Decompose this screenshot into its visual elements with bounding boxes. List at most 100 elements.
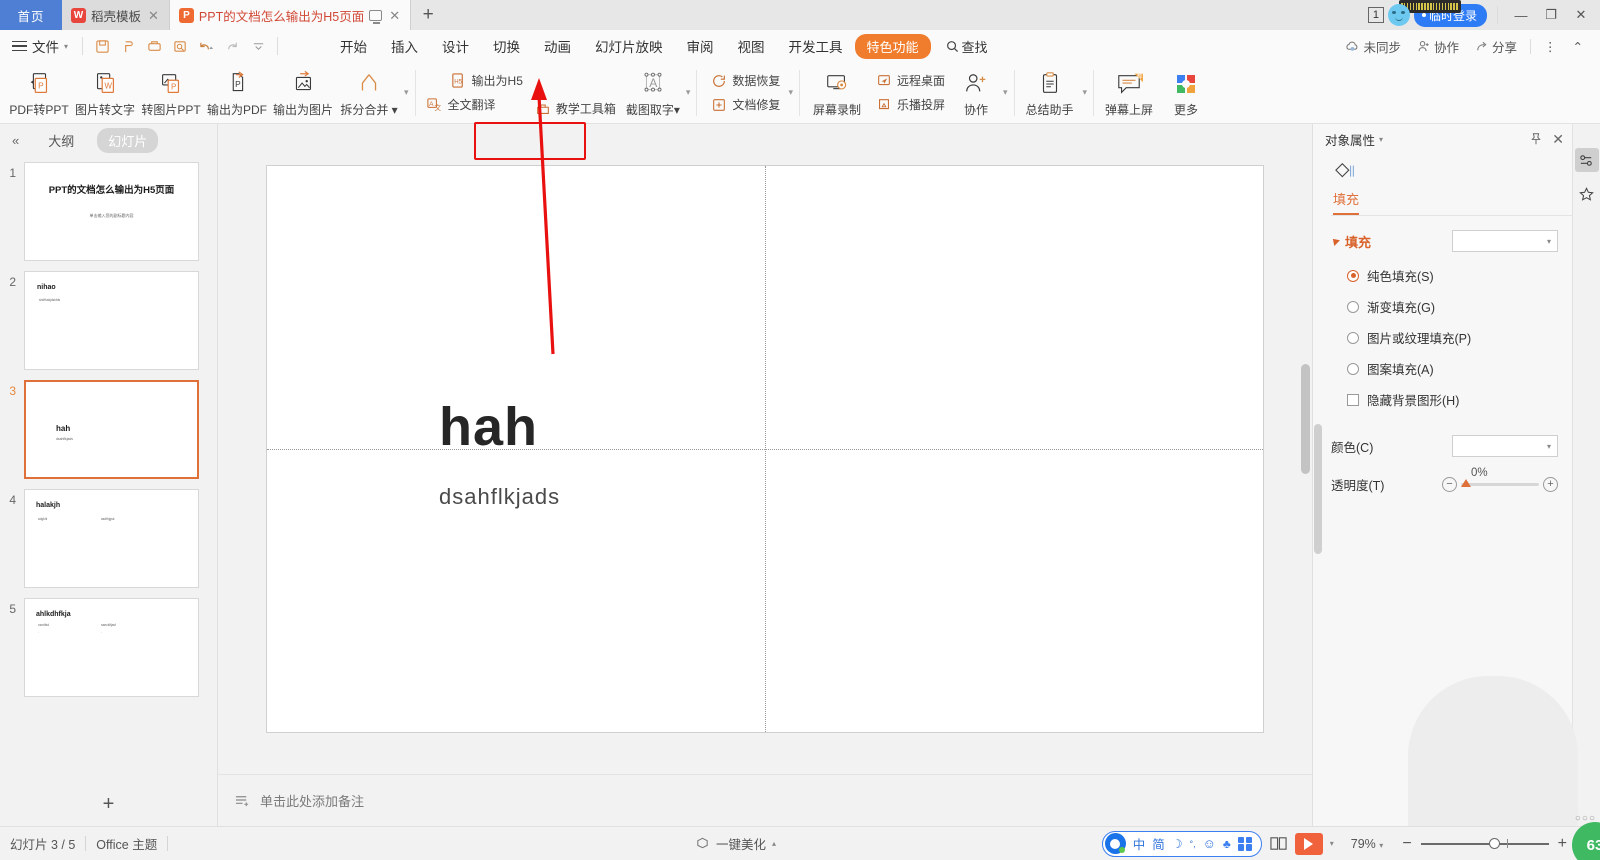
ribbon-split-merge[interactable]: 拆分合并 ▾ (336, 62, 402, 123)
slide-body-text[interactable]: dsahflkjads (439, 484, 560, 510)
apps-grid-icon[interactable] (1237, 836, 1252, 851)
ribbon-to-image-ppt[interactable]: P 转图片PPT (138, 62, 204, 123)
close-icon[interactable]: ✕ (1552, 131, 1564, 148)
ime-toolbar[interactable]: 中 简 ☽ °, ☺ ♣ (1101, 830, 1262, 857)
thumbnail[interactable]: halakjh sdgkhl asdfhjgsk (24, 489, 199, 588)
file-menu-button[interactable]: 文件 ▾ (0, 36, 76, 56)
document-tab-template[interactable]: W 稻壳模板 ✕ (62, 0, 170, 30)
ribbon-image-to-text[interactable]: W 图片转文字 (72, 62, 138, 123)
ribbon-more-apps[interactable]: 更多 (1160, 62, 1212, 123)
moon-icon[interactable]: ☽ (1172, 837, 1183, 851)
close-icon[interactable]: ✕ (387, 9, 402, 22)
float-badge[interactable]: 63 (1572, 822, 1600, 860)
ribbon-export-h5[interactable]: H5 输出为H5 (422, 70, 527, 91)
new-tab-button[interactable]: + (411, 0, 445, 30)
tab-transition[interactable]: 切换 (481, 32, 532, 60)
more-options-button[interactable]: ⋮ (1537, 36, 1564, 57)
reading-view-icon[interactable] (1269, 835, 1288, 852)
fill-type-combo[interactable]: ▾ (1452, 230, 1558, 252)
save-icon[interactable] (89, 33, 115, 59)
ime-lang[interactable]: 中 (1133, 834, 1146, 853)
emoji-icon[interactable]: ☺ (1203, 836, 1216, 851)
zoom-in-button[interactable]: + (1556, 835, 1569, 853)
share-button[interactable]: 分享 (1468, 34, 1524, 59)
slide-canvas[interactable]: hah dsahflkjads (267, 166, 1263, 732)
ribbon-full-translate[interactable]: A文 全文翻译 (422, 94, 527, 115)
home-tab[interactable]: 首页 (0, 0, 62, 30)
thumbnail[interactable]: hah dsahflkjads (24, 380, 199, 479)
collapse-ribbon-button[interactable]: ⌃ (1566, 36, 1590, 57)
zoom-slider-knob[interactable] (1488, 837, 1500, 849)
transparency-slider[interactable]: − 0% + (1442, 467, 1558, 492)
slide-thumbnail-3[interactable]: 3 hah dsahflkjads (0, 376, 217, 485)
color-combo[interactable]: ▾ (1452, 435, 1558, 457)
ribbon-export-image[interactable]: 输出为图片 (270, 62, 336, 123)
present-icon[interactable] (369, 9, 383, 24)
undo-icon[interactable] (193, 33, 219, 59)
chevron-down-icon[interactable]: ▾ (1379, 135, 1383, 144)
magic-star-icon[interactable] (1575, 182, 1599, 206)
ribbon-capture-text[interactable]: A 截图取字▾ (622, 62, 684, 123)
close-icon[interactable]: ✕ (146, 9, 161, 22)
canvas-vertical-scrollbar[interactable] (1301, 364, 1310, 474)
increase-transparency-button[interactable]: + (1543, 477, 1558, 492)
option-hide-background-graphics[interactable]: 隐藏背景图形(H) (1347, 390, 1558, 409)
minimize-button[interactable]: — (1508, 0, 1534, 30)
notify-count-badge[interactable]: 1 (1367, 7, 1384, 23)
ime-mode[interactable]: 简 (1152, 834, 1165, 853)
thumbnail[interactable]: ahlkdhfkja csedfsd · saecklfjasf · (24, 598, 199, 697)
option-gradient-fill[interactable]: 渐变填充(G) (1347, 297, 1558, 316)
collaborate-button[interactable]: 协作 (1410, 34, 1466, 59)
ribbon-overflow-icon[interactable]: ▾ (786, 87, 795, 98)
collapse-left-icon[interactable]: « (6, 133, 25, 148)
decrease-transparency-button[interactable]: − (1442, 477, 1457, 492)
ribbon-cast-screen[interactable]: 乐播投屏 (872, 94, 949, 115)
play-options-chevron-icon[interactable]: ▾ (1330, 839, 1334, 848)
tab-start[interactable]: 开始 (328, 32, 379, 60)
ribbon-summary-assistant[interactable]: 总结助手 (1019, 62, 1081, 123)
tab-slideshow[interactable]: 幻灯片放映 (583, 32, 675, 60)
zoom-out-button[interactable]: − (1400, 835, 1413, 853)
redo-icon[interactable] (219, 33, 245, 59)
ribbon-overflow-icon[interactable]: ▾ (1081, 87, 1090, 98)
thumbnail[interactable]: nihao shdfhakjdskfds (24, 271, 199, 370)
float-badge-menu-icon[interactable]: ○○○ (1575, 813, 1596, 824)
tab-insert[interactable]: 插入 (379, 32, 430, 60)
tab-fill[interactable]: 填充 (1333, 186, 1360, 215)
ribbon-danmu[interactable]: 荐 弹幕上屏 (1098, 62, 1160, 123)
ribbon-doc-repair[interactable]: 文档修复 (707, 94, 784, 115)
tab-animation[interactable]: 动画 (532, 32, 583, 60)
tab-view[interactable]: 视图 (726, 32, 777, 60)
ribbon-pdf-to-ppt[interactable]: P PDF转PPT (6, 62, 72, 123)
tab-special-features[interactable]: 特色功能 (854, 33, 931, 59)
tab-outline[interactable]: 大纲 (37, 128, 85, 153)
ribbon-collaborate[interactable]: 协作 (951, 62, 1001, 123)
ribbon-overflow-icon[interactable]: ▾ (684, 87, 693, 98)
slider-track[interactable]: 0% (1461, 467, 1539, 487)
tab-review[interactable]: 审阅 (675, 32, 726, 60)
find-menu-button[interactable]: 查找 (937, 34, 997, 59)
customize-quick-access-icon[interactable] (245, 33, 271, 59)
print-preview-icon[interactable] (115, 33, 141, 59)
tab-design[interactable]: 设计 (430, 32, 481, 60)
option-solid-fill[interactable]: 纯色填充(S) (1347, 266, 1558, 285)
tab-developer[interactable]: 开发工具 (777, 32, 855, 60)
add-slide-button[interactable]: + (0, 782, 217, 826)
ribbon-export-pdf[interactable]: P 输出为PDF (204, 62, 270, 123)
notes-pane[interactable]: 单击此处添加备注 (218, 774, 1312, 826)
slide-list[interactable]: 1 PPT的文档怎么输出为H5页面 单击输入您的副标题内容 2 nihao sh… (0, 156, 217, 782)
option-pattern-fill[interactable]: 图案填充(A) (1347, 359, 1558, 378)
skin-icon[interactable]: ♣ (1223, 837, 1231, 851)
slide-thumbnail-5[interactable]: 5 ahlkdhfkja csedfsd · saecklfjasf · (0, 594, 217, 703)
option-picture-texture-fill[interactable]: 图片或纹理填充(P) (1347, 328, 1558, 347)
maximize-button[interactable]: ❐ (1538, 0, 1564, 30)
beautify-button[interactable]: 一键美化 ▴ (695, 834, 776, 853)
zoom-slider[interactable] (1420, 837, 1549, 849)
punctuation-icon[interactable]: °, (1190, 839, 1196, 849)
properties-sliders-icon[interactable] (1574, 148, 1599, 172)
slide-heading[interactable]: hah (439, 396, 538, 458)
thumbnail[interactable]: PPT的文档怎么输出为H5页面 单击输入您的副标题内容 (24, 162, 199, 261)
tab-slides[interactable]: 幻灯片 (97, 127, 159, 153)
ribbon-overflow-icon[interactable]: ▾ (402, 87, 411, 98)
ribbon-edu-toolbox[interactable]: 教学工具箱 (531, 98, 620, 119)
